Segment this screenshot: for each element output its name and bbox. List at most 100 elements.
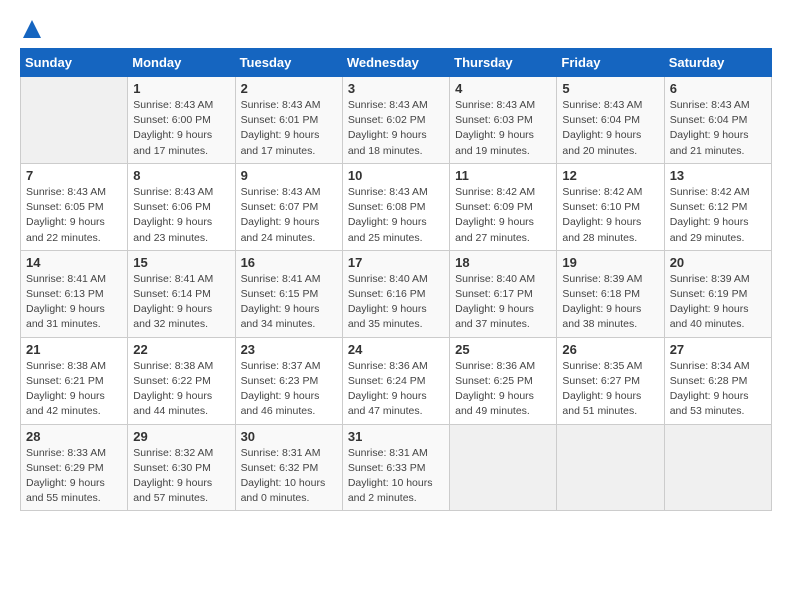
calendar-cell: 10 Sunrise: 8:43 AMSunset: 6:08 PMDayligh… (342, 163, 449, 250)
calendar-cell (21, 77, 128, 164)
calendar-cell: 24Sunrise: 8:36 AMSunset: 6:24 PMDayligh… (342, 337, 449, 424)
weekday-header: Wednesday (342, 49, 449, 77)
day-number: 28 (26, 429, 122, 444)
weekday-header-row: SundayMondayTuesdayWednesdayThursdayFrid… (21, 49, 772, 77)
calendar-table: SundayMondayTuesdayWednesdayThursdayFrid… (20, 48, 772, 511)
day-number: 29 (133, 429, 229, 444)
day-info: Sunrise: 8:40 AMSunset: 6:17 PMDaylight:… (455, 272, 551, 333)
weekday-header: Tuesday (235, 49, 342, 77)
day-number: 6 (670, 81, 766, 96)
day-number: 22 (133, 342, 229, 357)
day-info: Sunrise: 8:43 AMSunset: 6:06 PMDaylight:… (133, 185, 229, 246)
day-number: 10 (348, 168, 444, 183)
calendar-cell: 16 Sunrise: 8:41 AMSunset: 6:15 PMDayligh… (235, 250, 342, 337)
day-number: 3 (348, 81, 444, 96)
day-info: Sunrise: 8:42 AMSunset: 6:12 PMDaylight:… (670, 185, 766, 246)
day-number: 30 (241, 429, 337, 444)
calendar-cell: 1 Sunrise: 8:43 AMSunset: 6:00 PMDaylight… (128, 77, 235, 164)
calendar-cell: 3 Sunrise: 8:43 AMSunset: 6:02 PMDaylight… (342, 77, 449, 164)
day-info: Sunrise: 8:41 AMSunset: 6:15 PMDaylight:… (241, 272, 337, 333)
day-number: 12 (562, 168, 658, 183)
day-info: Sunrise: 8:43 AMSunset: 6:02 PMDaylight:… (348, 98, 444, 159)
day-number: 18 (455, 255, 551, 270)
weekday-header: Monday (128, 49, 235, 77)
day-info: Sunrise: 8:41 AMSunset: 6:13 PMDaylight:… (26, 272, 122, 333)
day-info: Sunrise: 8:43 AMSunset: 6:08 PMDaylight:… (348, 185, 444, 246)
day-info: Sunrise: 8:43 AMSunset: 6:04 PMDaylight:… (670, 98, 766, 159)
day-number: 16 (241, 255, 337, 270)
day-info: Sunrise: 8:39 AMSunset: 6:18 PMDaylight:… (562, 272, 658, 333)
day-info: Sunrise: 8:32 AMSunset: 6:30 PMDaylight:… (133, 446, 229, 507)
day-info: Sunrise: 8:35 AMSunset: 6:27 PMDaylight:… (562, 359, 658, 420)
calendar-cell: 4Sunrise: 8:43 AMSunset: 6:03 PMDaylight… (450, 77, 557, 164)
day-number: 9 (241, 168, 337, 183)
day-info: Sunrise: 8:40 AMSunset: 6:16 PMDaylight:… (348, 272, 444, 333)
day-number: 19 (562, 255, 658, 270)
day-info: Sunrise: 8:43 AMSunset: 6:04 PMDaylight:… (562, 98, 658, 159)
day-number: 11 (455, 168, 551, 183)
day-info: Sunrise: 8:38 AMSunset: 6:21 PMDaylight:… (26, 359, 122, 420)
calendar-cell: 22 Sunrise: 8:38 AMSunset: 6:22 PMDayligh… (128, 337, 235, 424)
day-info: Sunrise: 8:34 AMSunset: 6:28 PMDaylight:… (670, 359, 766, 420)
day-number: 31 (348, 429, 444, 444)
calendar-cell: 31Sunrise: 8:31 AMSunset: 6:33 PMDayligh… (342, 424, 449, 511)
day-info: Sunrise: 8:39 AMSunset: 6:19 PMDaylight:… (670, 272, 766, 333)
day-info: Sunrise: 8:36 AMSunset: 6:24 PMDaylight:… (348, 359, 444, 420)
day-info: Sunrise: 8:41 AMSunset: 6:14 PMDaylight:… (133, 272, 229, 333)
calendar-cell: 13 Sunrise: 8:42 AMSunset: 6:12 PMDayligh… (664, 163, 771, 250)
weekday-header: Saturday (664, 49, 771, 77)
logo (20, 20, 41, 38)
calendar-cell: 23 Sunrise: 8:37 AMSunset: 6:23 PMDayligh… (235, 337, 342, 424)
day-info: Sunrise: 8:31 AMSunset: 6:32 PMDaylight:… (241, 446, 337, 507)
day-info: Sunrise: 8:43 AMSunset: 6:00 PMDaylight:… (133, 98, 229, 159)
calendar-cell (557, 424, 664, 511)
day-number: 4 (455, 81, 551, 96)
day-number: 2 (241, 81, 337, 96)
day-number: 23 (241, 342, 337, 357)
day-number: 15 (133, 255, 229, 270)
day-number: 27 (670, 342, 766, 357)
calendar-cell: 19 Sunrise: 8:39 AMSunset: 6:18 PMDayligh… (557, 250, 664, 337)
calendar-cell (664, 424, 771, 511)
day-number: 17 (348, 255, 444, 270)
day-info: Sunrise: 8:43 AMSunset: 6:01 PMDaylight:… (241, 98, 337, 159)
calendar-cell: 12 Sunrise: 8:42 AMSunset: 6:10 PMDayligh… (557, 163, 664, 250)
day-info: Sunrise: 8:42 AMSunset: 6:10 PMDaylight:… (562, 185, 658, 246)
calendar-cell: 6 Sunrise: 8:43 AMSunset: 6:04 PMDaylight… (664, 77, 771, 164)
day-info: Sunrise: 8:43 AMSunset: 6:05 PMDaylight:… (26, 185, 122, 246)
calendar-cell: 2 Sunrise: 8:43 AMSunset: 6:01 PMDaylight… (235, 77, 342, 164)
day-number: 21 (26, 342, 122, 357)
calendar-cell: 5 Sunrise: 8:43 AMSunset: 6:04 PMDaylight… (557, 77, 664, 164)
calendar-cell: 11 Sunrise: 8:42 AMSunset: 6:09 PMDayligh… (450, 163, 557, 250)
calendar-cell: 7 Sunrise: 8:43 AMSunset: 6:05 PMDaylight… (21, 163, 128, 250)
calendar-cell: 17 Sunrise: 8:40 AMSunset: 6:16 PMDayligh… (342, 250, 449, 337)
day-number: 5 (562, 81, 658, 96)
calendar-cell: 20 Sunrise: 8:39 AMSunset: 6:19 PMDayligh… (664, 250, 771, 337)
calendar-cell: 26 Sunrise: 8:35 AMSunset: 6:27 PMDayligh… (557, 337, 664, 424)
calendar-week-row: 14 Sunrise: 8:41 AMSunset: 6:13 PMDayligh… (21, 250, 772, 337)
calendar-cell: 29 Sunrise: 8:32 AMSunset: 6:30 PMDayligh… (128, 424, 235, 511)
day-number: 13 (670, 168, 766, 183)
weekday-header: Friday (557, 49, 664, 77)
day-info: Sunrise: 8:37 AMSunset: 6:23 PMDaylight:… (241, 359, 337, 420)
calendar-cell: 21 Sunrise: 8:38 AMSunset: 6:21 PMDayligh… (21, 337, 128, 424)
calendar-cell: 15 Sunrise: 8:41 AMSunset: 6:14 PMDayligh… (128, 250, 235, 337)
day-number: 20 (670, 255, 766, 270)
calendar-cell: 25Sunrise: 8:36 AMSunset: 6:25 PMDayligh… (450, 337, 557, 424)
calendar-cell: 27 Sunrise: 8:34 AMSunset: 6:28 PMDayligh… (664, 337, 771, 424)
calendar-cell: 28Sunrise: 8:33 AMSunset: 6:29 PMDayligh… (21, 424, 128, 511)
calendar-week-row: 7 Sunrise: 8:43 AMSunset: 6:05 PMDaylight… (21, 163, 772, 250)
day-info: Sunrise: 8:38 AMSunset: 6:22 PMDaylight:… (133, 359, 229, 420)
calendar-cell: 18 Sunrise: 8:40 AMSunset: 6:17 PMDayligh… (450, 250, 557, 337)
day-number: 7 (26, 168, 122, 183)
day-info: Sunrise: 8:42 AMSunset: 6:09 PMDaylight:… (455, 185, 551, 246)
day-number: 1 (133, 81, 229, 96)
day-info: Sunrise: 8:43 AMSunset: 6:07 PMDaylight:… (241, 185, 337, 246)
day-number: 26 (562, 342, 658, 357)
day-number: 14 (26, 255, 122, 270)
calendar-week-row: 1 Sunrise: 8:43 AMSunset: 6:00 PMDaylight… (21, 77, 772, 164)
calendar-cell: 14 Sunrise: 8:41 AMSunset: 6:13 PMDayligh… (21, 250, 128, 337)
day-number: 25 (455, 342, 551, 357)
calendar-week-row: 21 Sunrise: 8:38 AMSunset: 6:21 PMDayligh… (21, 337, 772, 424)
calendar-cell: 9 Sunrise: 8:43 AMSunset: 6:07 PMDaylight… (235, 163, 342, 250)
